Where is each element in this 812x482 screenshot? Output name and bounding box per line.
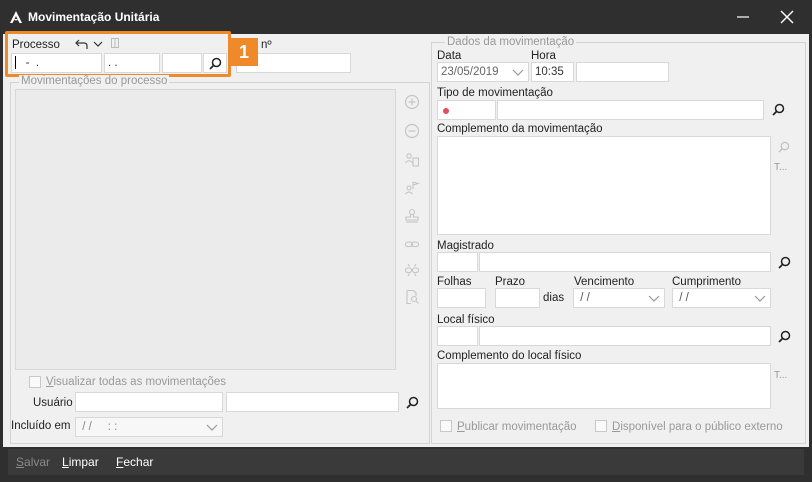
cumprimento-label: Cumprimento xyxy=(672,276,742,288)
disponivel-checkbox[interactable] xyxy=(595,420,607,432)
publicar-label: Publicar movimentação xyxy=(457,421,577,433)
complemento-local-label: Complemento do local físico xyxy=(437,350,582,362)
usuario-input[interactable] xyxy=(75,392,223,412)
cumprimento-dropdown-icon[interactable] xyxy=(754,293,766,303)
add-icon[interactable] xyxy=(404,94,420,110)
dados-title: Dados da movimentação xyxy=(445,36,577,48)
window-title: Movimentação Unitária xyxy=(28,10,160,24)
hora-value: 10:35 xyxy=(535,66,564,78)
tipo-label: Tipo de movimentação xyxy=(437,87,553,99)
user-flag-icon[interactable] xyxy=(404,180,420,196)
usuario-label: Usuário xyxy=(33,397,73,409)
data-label: Data xyxy=(437,50,462,62)
bottom-toolbar: Salvar Limpar Fechar xyxy=(8,449,804,475)
hora-extra-input[interactable] xyxy=(576,62,669,82)
hora-label: Hora xyxy=(531,50,556,62)
numero-label: nº xyxy=(261,39,272,51)
highlight-box xyxy=(5,31,231,77)
callout-badge: 1 xyxy=(230,38,258,66)
usuario-nome-input[interactable] xyxy=(226,392,399,412)
link-icon[interactable] xyxy=(404,236,420,252)
incluido-em-dropdown-icon[interactable] xyxy=(206,422,218,432)
remove-icon[interactable] xyxy=(404,123,420,139)
user-document-icon[interactable] xyxy=(404,152,420,168)
complemento-text-icon[interactable]: T... xyxy=(774,162,787,173)
magistrado-nome-input[interactable] xyxy=(479,252,771,272)
vencimento-value: / / xyxy=(577,292,590,304)
local-fisico-nome-input[interactable] xyxy=(479,326,771,346)
data-value: 23/05/2019 xyxy=(441,66,499,78)
tipo-search-icon[interactable] xyxy=(772,103,785,116)
data-input[interactable]: 23/05/2019 xyxy=(437,62,529,82)
magistrado-label: Magistrado xyxy=(437,240,494,252)
complemento-local-textarea[interactable] xyxy=(437,363,771,409)
hora-input[interactable]: 10:35 xyxy=(531,62,574,82)
document-search-icon[interactable] xyxy=(404,289,420,305)
complemento-label: Complemento da movimentação xyxy=(437,123,603,135)
prazo-input[interactable] xyxy=(495,288,540,308)
complemento-search-icon[interactable] xyxy=(778,141,790,153)
fechar-button[interactable]: Fechar xyxy=(116,455,153,469)
complemento-local-text-icon[interactable]: T... xyxy=(774,370,787,381)
folhas-input[interactable] xyxy=(437,288,486,308)
visualizar-todas-label: Visualizar todas as movimentações xyxy=(46,376,227,388)
vencimento-input[interactable]: / / xyxy=(573,288,665,308)
data-dropdown-icon[interactable] xyxy=(512,67,524,77)
dias-label: dias xyxy=(543,292,565,304)
prazo-label: Prazo xyxy=(495,276,526,288)
local-fisico-codigo-input[interactable] xyxy=(437,326,478,346)
complemento-textarea[interactable] xyxy=(437,136,771,235)
visualizar-todas-checkbox[interactable] xyxy=(29,376,41,388)
local-fisico-search-icon[interactable] xyxy=(778,330,791,343)
required-indicator xyxy=(443,108,449,114)
local-fisico-label: Local físico xyxy=(437,314,495,326)
cumprimento-input[interactable]: / / xyxy=(672,288,771,308)
cumprimento-value: / / xyxy=(676,292,689,304)
close-icon[interactable] xyxy=(778,8,796,26)
magistrado-search-icon[interactable] xyxy=(778,256,791,269)
app-logo-icon xyxy=(10,11,22,23)
vencimento-label: Vencimento xyxy=(574,276,635,288)
stamp-icon[interactable] xyxy=(404,208,420,224)
movimentacoes-list[interactable] xyxy=(15,89,396,370)
vencimento-dropdown-icon[interactable] xyxy=(648,293,660,303)
tipo-descricao-input[interactable] xyxy=(497,100,764,120)
incluido-em-value: / / : : xyxy=(79,421,118,433)
disponivel-label: Disponível para o público externo xyxy=(612,421,783,433)
movimentacoes-title: Movimentações do processo xyxy=(19,75,170,87)
salvar-button[interactable]: Salvar xyxy=(16,455,50,469)
magistrado-codigo-input[interactable] xyxy=(437,252,478,272)
limpar-button[interactable]: Limpar xyxy=(62,455,99,469)
incluido-em-input[interactable]: / / : : xyxy=(75,417,223,437)
minimize-icon[interactable] xyxy=(736,8,750,26)
incluido-em-label: Incluído em xyxy=(11,420,71,432)
tipo-codigo-input[interactable] xyxy=(437,100,496,120)
publicar-checkbox[interactable] xyxy=(440,420,452,432)
usuario-search-icon[interactable] xyxy=(406,396,419,409)
folhas-label: Folhas xyxy=(437,276,472,288)
title-bar: Movimentação Unitária xyxy=(0,0,812,34)
unlink-icon[interactable] xyxy=(404,262,420,278)
